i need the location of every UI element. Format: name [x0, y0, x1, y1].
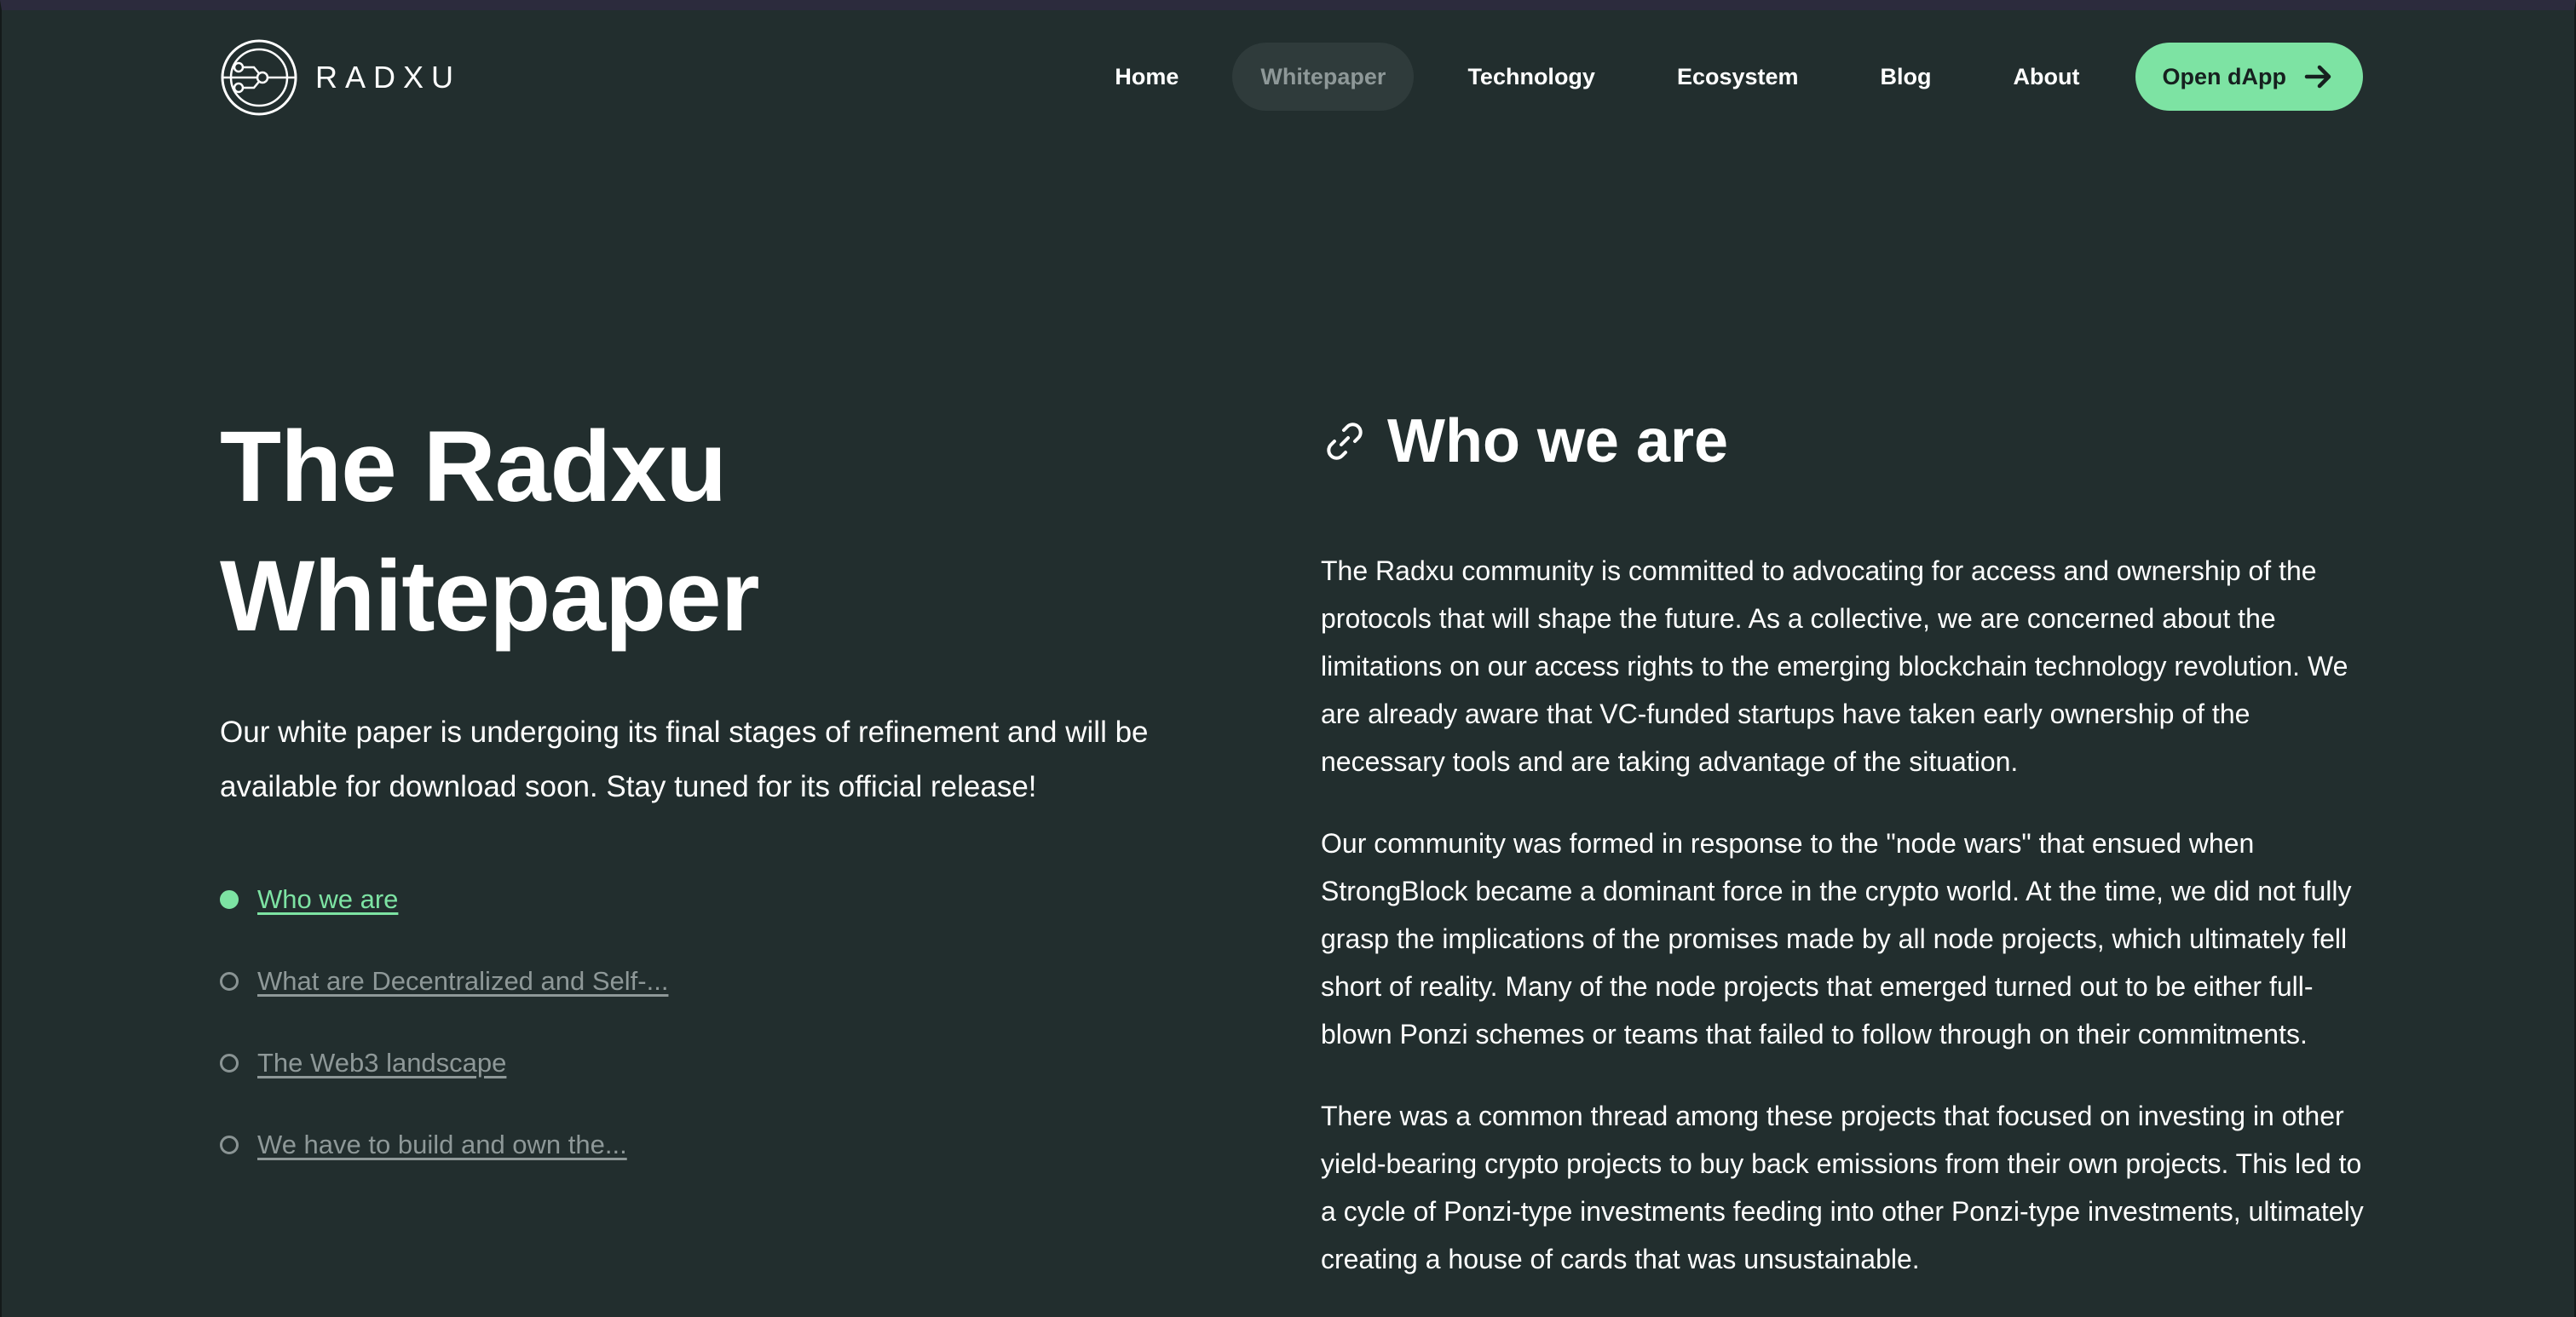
toc-dot-icon: [220, 1054, 239, 1073]
table-of-contents: Who we are What are Decentralized and Se…: [220, 859, 1242, 1186]
toc-link-who-we-are[interactable]: Who we are: [257, 884, 398, 915]
page-title: The Radxu Whitepaper: [220, 402, 1242, 661]
nav-whitepaper[interactable]: Whitepaper: [1232, 43, 1415, 111]
intro-text: Our white paper is undergoing its final …: [220, 716, 1149, 803]
toc-link-build-and-own[interactable]: We have to build and own the...: [257, 1130, 627, 1160]
section-title: Who we are: [1387, 407, 1729, 475]
open-dapp-label: Open dApp: [2162, 63, 2286, 89]
title-line-2: Whitepaper: [220, 540, 759, 653]
hero: The Radxu Whitepaper Our white paper is …: [220, 402, 1242, 1186]
nav-blog[interactable]: Blog: [1853, 43, 1960, 111]
toc-link-web3-landscape[interactable]: The Web3 landscape: [257, 1048, 506, 1078]
toc-dot-icon: [220, 1136, 239, 1154]
title-line-1: The Radxu: [220, 411, 727, 523]
paragraph: Our community was formed in response to …: [1321, 828, 2352, 1050]
toc-dot-icon: [220, 972, 239, 991]
toc-item[interactable]: Who we are: [220, 859, 1242, 940]
open-dapp-button[interactable]: Open dApp: [2135, 43, 2363, 111]
nav-about[interactable]: About: [1985, 43, 2108, 111]
nav-home[interactable]: Home: [1086, 43, 1207, 111]
toc-active-dot-icon: [220, 890, 239, 909]
toc-item[interactable]: We have to build and own the...: [220, 1104, 1242, 1186]
nav-technology[interactable]: Technology: [1439, 43, 1623, 111]
toc-item[interactable]: The Web3 landscape: [220, 1022, 1242, 1104]
page: RADXU Home Whitepaper Technology Ecosyst…: [0, 0, 2576, 1317]
link-icon[interactable]: [1321, 417, 1369, 465]
section-heading: Who we are: [1321, 400, 2369, 482]
radxu-logo-icon: [221, 39, 297, 116]
brand-name: RADXU: [315, 60, 462, 95]
logo[interactable]: RADXU: [220, 38, 461, 117]
nav-ecosystem[interactable]: Ecosystem: [1649, 43, 1827, 111]
paragraph: The Radxu community is committed to advo…: [1321, 555, 2348, 777]
site-header: RADXU Home Whitepaper Technology Ecosyst…: [2, 10, 2574, 155]
toc-link-decentralized[interactable]: What are Decentralized and Self-...: [257, 966, 668, 997]
toc-item[interactable]: What are Decentralized and Self-...: [220, 940, 1242, 1022]
main-nav: Home Whitepaper Technology Ecosystem Blo…: [1061, 43, 2363, 111]
who-we-are-section: Who we are The Radxu community is commit…: [1321, 400, 2369, 1283]
paragraph: There was a common thread among these pr…: [1321, 1101, 2364, 1274]
arrow-right-icon: [2304, 65, 2331, 89]
